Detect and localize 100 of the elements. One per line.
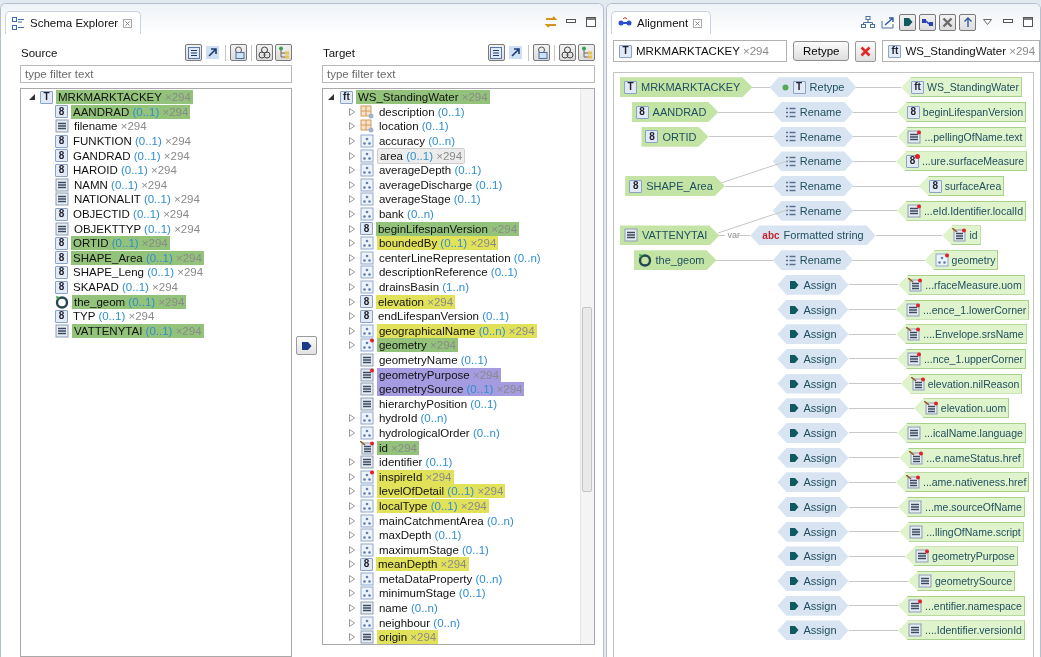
tree-item[interactable]: SKAPAD (0..1) ×294	[71, 280, 180, 294]
source-node[interactable]: the_geom	[633, 250, 717, 271]
hierarchy-button[interactable]	[578, 44, 595, 61]
function-node[interactable]: T Retype	[769, 77, 857, 98]
function-node[interactable]: Rename	[772, 200, 854, 221]
tree-item[interactable]: NAMN (0..1) ×294	[72, 177, 170, 192]
tree-item[interactable]: id ×294	[376, 440, 419, 455]
close-icon[interactable]	[693, 18, 703, 28]
tree-item[interactable]: accuracy (0..n)	[376, 134, 457, 149]
tree-item[interactable]: geographicalName (0..n) ×294	[376, 323, 537, 338]
target-node[interactable]: ...entifier.namespace	[898, 595, 1025, 616]
schema-explorer-tab[interactable]: Schema Explorer	[5, 11, 142, 34]
tree-item[interactable]: geometry ×294	[376, 338, 458, 353]
list-view-button[interactable]	[488, 44, 505, 61]
function-node[interactable]: Assign	[777, 348, 849, 369]
target-node[interactable]: ...rfaceMeasure.uom	[898, 274, 1025, 295]
tree-item[interactable]: averageDischarge (0..1)	[376, 177, 505, 192]
target-node[interactable]: geometry	[924, 250, 999, 271]
tree-item[interactable]: mainCatchmentArea (0..n)	[376, 513, 516, 528]
delete-button[interactable]	[855, 40, 877, 62]
function-node[interactable]: Assign	[777, 546, 849, 567]
close-icon[interactable]	[123, 18, 133, 28]
tree-item[interactable]: geometryPurpose ×294	[376, 367, 501, 382]
minimize-icon[interactable]	[565, 19, 576, 25]
function-node[interactable]: Rename	[772, 250, 854, 271]
tree-item[interactable]: averageStage (0..1)	[376, 192, 483, 207]
tree-item[interactable]: TYP (0..1) ×294	[71, 309, 157, 324]
target-node[interactable]: geometryPurpose	[905, 546, 1018, 567]
tree-item[interactable]: elevation ×294	[375, 294, 456, 309]
tree-item[interactable]: localType (0..1) ×294	[376, 498, 489, 513]
function-node[interactable]: Assign	[777, 472, 849, 493]
tree-item[interactable]: WS_StandingWater ×294	[355, 90, 490, 105]
tree-item[interactable]: metaDataProperty (0..n)	[376, 571, 505, 586]
tree-item[interactable]: hierarchyPosition (0..1)	[376, 396, 500, 411]
target-node[interactable]: ...me.sourceOfName	[898, 497, 1025, 518]
tree-item[interactable]: location (0..1)	[376, 119, 451, 134]
source-node[interactable]: 8 AANDRAD	[631, 102, 719, 123]
target-node[interactable]: ...icalName.language	[897, 422, 1026, 443]
tree-item[interactable]: filename ×294	[72, 119, 149, 134]
scrollbar[interactable]	[580, 89, 594, 644]
tree-item[interactable]: bank (0..n)	[376, 207, 436, 222]
function-node[interactable]: Assign	[777, 299, 849, 320]
function-node[interactable]: Assign	[777, 373, 849, 394]
target-entity-field[interactable]: ft WS_StandingWater ×294	[882, 40, 1040, 62]
source-node[interactable]: 8 SHAPE_Area	[625, 176, 725, 197]
tree-item[interactable]: maximumStage (0..1)	[376, 542, 491, 557]
tree-item[interactable]: the_geom (0..1) ×294	[72, 294, 187, 309]
tree-item[interactable]: MRKMARKTACKEY ×294	[56, 90, 193, 105]
function-node[interactable]: Assign	[777, 620, 849, 641]
alignment-tab[interactable]: Alignment	[611, 11, 712, 34]
tree-item[interactable]: maxDepth (0..1)	[376, 528, 464, 543]
target-node[interactable]: ....Envelope.srsName	[896, 324, 1027, 345]
group-button[interactable]	[256, 44, 274, 61]
tree-item[interactable]: OBJECTID (0..1) ×294	[71, 207, 192, 222]
tree-item[interactable]: SHAPE_Area (0..1) ×294	[71, 250, 204, 265]
tree-item[interactable]: NATIONALIT (0..1) ×294	[72, 192, 202, 207]
maximize-icon[interactable]	[1022, 17, 1033, 27]
source-node[interactable]: VATTENYTAI	[620, 225, 720, 246]
source-node[interactable]: T MRKMARKTACKEY	[620, 77, 753, 98]
type-filter-button[interactable]	[533, 44, 550, 61]
tree-item[interactable]: description (0..1)	[376, 104, 467, 119]
function-node[interactable]: Assign	[777, 398, 849, 419]
tree-item[interactable]: geometrySource (0..1) ×294	[376, 382, 525, 397]
function-node[interactable]: Assign	[777, 497, 849, 518]
tree-item[interactable]: boundedBy (0..1) ×294	[376, 236, 499, 251]
target-node[interactable]: 8 ...ure.surfaceMeasure	[896, 151, 1028, 172]
target-node[interactable]: ...pellingOfName.text	[897, 126, 1026, 147]
tree-item[interactable]: descriptionReference (0..1)	[376, 265, 520, 280]
hierarchy-button[interactable]	[275, 44, 293, 61]
function-node[interactable]: Assign	[777, 274, 849, 295]
function-node[interactable]: Rename	[772, 176, 854, 197]
assign-filter-button[interactable]	[899, 13, 916, 31]
tree-item[interactable]: FUNKTION (0..1) ×294	[71, 134, 193, 149]
function-node[interactable]: Assign	[777, 422, 849, 443]
function-node[interactable]: Assign	[777, 447, 849, 468]
tree-item[interactable]: averageDepth (0..1)	[376, 163, 484, 178]
tree-item[interactable]: minimumStage (0..1)	[376, 586, 488, 601]
filter-field[interactable]: type filter text	[20, 65, 293, 83]
source-node[interactable]: 8 ORTID	[641, 126, 709, 147]
expand-button[interactable]	[507, 44, 524, 61]
tree-item[interactable]: hydrologicalOrder (0..n)	[376, 425, 502, 440]
filter-field[interactable]: type filter text	[321, 65, 595, 83]
target-node[interactable]: id	[942, 225, 981, 246]
tree-item[interactable]: AANDRAD (0..1) ×294	[71, 104, 191, 119]
target-node[interactable]: ...e.nameStatus.href	[899, 447, 1024, 468]
function-node[interactable]: Rename	[772, 126, 854, 147]
maximize-icon[interactable]	[585, 17, 596, 27]
tree-item[interactable]: GANDRAD (0..1) ×294	[71, 148, 192, 163]
function-node[interactable]: Rename	[772, 151, 854, 172]
tree-item[interactable]: meanDepth ×294	[375, 557, 469, 572]
target-node[interactable]: ...ame.nativeness.href	[896, 472, 1030, 493]
tree-item[interactable]: VATTENYTAI (0..1) ×294	[72, 323, 204, 338]
target-node[interactable]: ....Identifier.versionId	[898, 620, 1025, 641]
target-node[interactable]: ...eId.Identifier.localId	[896, 200, 1027, 221]
tree-item[interactable]: origin ×294	[376, 630, 439, 644]
tree-item[interactable]: beginLifespanVersion ×294	[375, 221, 520, 236]
tree-item[interactable]: area (0..1) ×294	[376, 147, 466, 164]
tree-item[interactable]: drainsBasin (1..n)	[376, 280, 472, 294]
tree-item[interactable]: geometryName (0..1)	[376, 353, 490, 367]
collapse-icon[interactable]	[28, 93, 36, 101]
